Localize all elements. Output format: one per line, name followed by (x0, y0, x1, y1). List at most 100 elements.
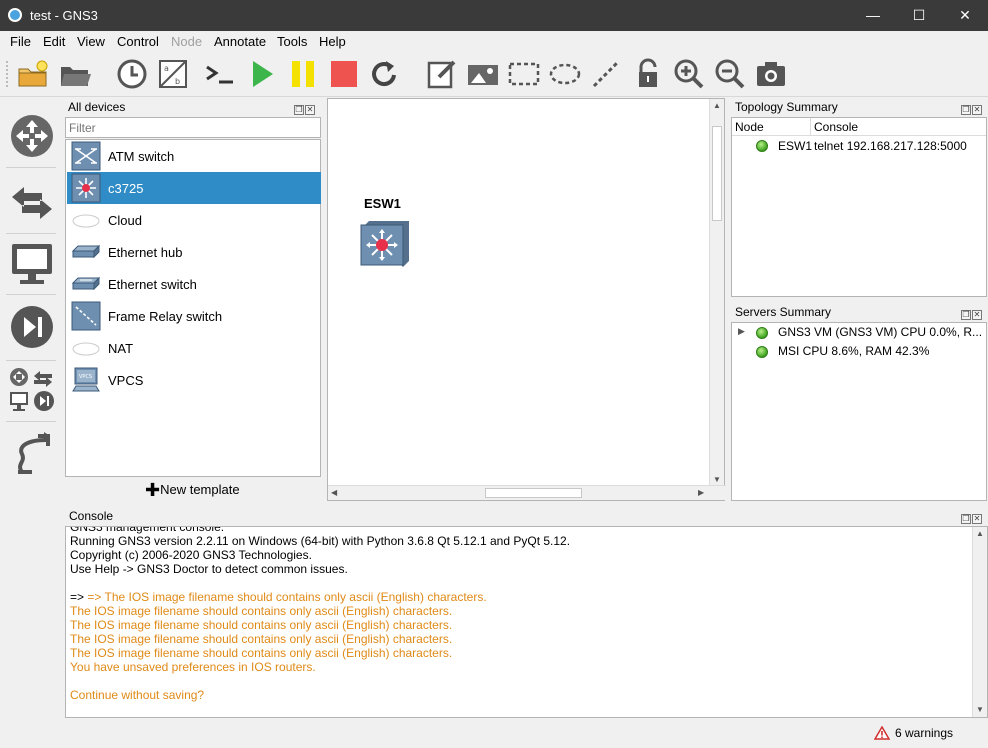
warnings-count[interactable]: 6 warnings (895, 726, 953, 740)
console-output[interactable]: GNS3 management console. Running GNS3 ve… (65, 526, 988, 718)
menu-file[interactable]: File (10, 34, 31, 49)
expand-arrow-icon[interactable]: ▶ (738, 326, 745, 337)
draw-rectangle-icon[interactable] (507, 57, 541, 91)
console-warning-line: Continue without saving? (70, 688, 205, 702)
scroll-up-arrow-icon[interactable]: ▲ (713, 101, 721, 110)
snapshot-clock-icon[interactable] (115, 57, 149, 91)
lock-icon[interactable] (631, 57, 665, 91)
zoom-out-icon[interactable] (713, 57, 747, 91)
show-interface-labels-icon[interactable]: ab (156, 57, 190, 91)
routers-category-icon[interactable] (8, 112, 56, 160)
scroll-left-arrow-icon[interactable]: ◀ (331, 488, 337, 497)
console-warning-text: => The IOS image filename should contain… (87, 590, 487, 604)
switches-category-icon[interactable] (8, 178, 56, 226)
insert-picture-icon[interactable] (466, 57, 500, 91)
suspend-icon[interactable] (286, 57, 320, 91)
close-panel-button[interactable]: ✕ (972, 105, 982, 115)
new-template-label: New template (160, 482, 240, 497)
node-label-esw1[interactable]: ESW1 (364, 196, 401, 211)
device-item-cloud[interactable]: Cloud (67, 204, 321, 236)
menu-annotate[interactable]: Annotate (214, 34, 266, 49)
draw-line-icon[interactable] (589, 57, 623, 91)
vertical-scroll-thumb[interactable] (712, 126, 722, 221)
device-item-vpcs[interactable]: VPCS VPCS (67, 364, 321, 396)
topology-dock-buttons: ❐ ✕ (960, 101, 984, 115)
new-template-button[interactable]: ✚New template (145, 480, 240, 501)
ethernet-hub-icon (71, 244, 101, 259)
all-devices-panel: All devices ❐✕ ATM switch c3725 Cloud Et… (65, 98, 322, 502)
warning-icon[interactable] (874, 726, 890, 740)
frame-relay-switch-icon (71, 301, 101, 331)
close-panel-button[interactable]: ✕ (972, 310, 982, 320)
console-icon[interactable] (203, 57, 237, 91)
stop-icon[interactable] (327, 57, 361, 91)
menu-view[interactable]: View (77, 34, 105, 49)
topology-canvas[interactable]: ESW1 ▲ ▼ ◀ ▶ (327, 98, 726, 501)
scroll-down-arrow-icon[interactable]: ▼ (976, 705, 984, 714)
servers-dock-buttons: ❐ ✕ (960, 306, 984, 320)
horizontal-scroll-thumb[interactable] (485, 488, 582, 498)
console-warning-line: The IOS image filename should contains o… (70, 646, 453, 660)
add-link-icon[interactable] (8, 428, 56, 476)
menu-control[interactable]: Control (117, 34, 159, 49)
separator (6, 294, 56, 295)
device-item-label: VPCS (108, 373, 144, 388)
menu-tools[interactable]: Tools (277, 34, 307, 49)
screenshot-icon[interactable] (754, 57, 788, 91)
console-vertical-scrollbar[interactable]: ▲ ▼ (972, 527, 987, 717)
draw-ellipse-icon[interactable] (548, 57, 582, 91)
status-started-icon (756, 140, 768, 152)
close-panel-button[interactable]: ✕ (972, 514, 982, 524)
device-item-label: Cloud (108, 213, 142, 228)
device-item-nat[interactable]: NAT (67, 332, 321, 364)
console-title: Console (69, 509, 114, 523)
separator (6, 233, 56, 234)
maximize-button[interactable]: ☐ (896, 0, 942, 31)
svg-text:a: a (164, 64, 169, 73)
reload-icon[interactable] (368, 57, 402, 91)
multilayer-switch-icon[interactable] (359, 217, 411, 267)
device-item-c3725[interactable]: c3725 (67, 172, 321, 204)
device-filter-input[interactable] (65, 117, 321, 138)
close-button[interactable]: ✕ (942, 0, 988, 31)
servers-summary-title: Servers Summary (735, 305, 832, 319)
vpcs-icon: VPCS (72, 367, 100, 392)
column-separator[interactable] (810, 118, 811, 136)
menu-bar: File Edit View Control Node Annotate Too… (0, 31, 988, 51)
device-item-ethernet-hub[interactable]: Ethernet hub (67, 236, 321, 268)
column-header-console[interactable]: Console (814, 120, 858, 134)
all-devices-category-icon[interactable] (8, 366, 56, 414)
end-devices-category-icon[interactable] (8, 240, 56, 288)
device-item-frame-relay-switch[interactable]: Frame Relay switch (67, 300, 321, 332)
menu-edit[interactable]: Edit (43, 34, 65, 49)
float-panel-button[interactable]: ❐ (294, 105, 304, 115)
scroll-right-arrow-icon[interactable]: ▶ (698, 488, 704, 497)
security-devices-category-icon[interactable] (8, 303, 56, 351)
window-title: test - GNS3 (30, 8, 98, 23)
scroll-up-arrow-icon[interactable]: ▲ (976, 529, 984, 538)
console-panel: Console ❐ ✕ GNS3 management console. Runn… (65, 507, 988, 719)
add-note-icon[interactable] (425, 57, 459, 91)
toolbar-grip[interactable] (6, 61, 9, 87)
device-item-atm-switch[interactable]: ATM switch (67, 140, 321, 172)
menu-help[interactable]: Help (319, 34, 346, 49)
status-bar: 6 warnings (0, 720, 988, 748)
scroll-down-arrow-icon[interactable]: ▼ (713, 475, 721, 484)
canvas-horizontal-scrollbar[interactable]: ◀ ▶ (328, 485, 726, 500)
float-panel-button[interactable]: ❐ (961, 310, 971, 320)
minimize-button[interactable]: — (850, 0, 896, 31)
svg-text:VPCS: VPCS (79, 374, 92, 380)
open-project-icon[interactable] (58, 57, 92, 91)
devices-dock-buttons: ❐ ✕ (293, 101, 317, 115)
device-item-ethernet-switch[interactable]: Ethernet switch (67, 268, 321, 300)
zoom-in-icon[interactable] (672, 57, 706, 91)
canvas-vertical-scrollbar[interactable]: ▲ ▼ (709, 99, 724, 487)
new-project-icon[interactable] (16, 57, 50, 91)
float-panel-button[interactable]: ❐ (961, 514, 971, 524)
close-panel-button[interactable]: ✕ (305, 105, 315, 115)
start-icon[interactable] (245, 57, 279, 91)
console-line: GNS3 management console. (70, 526, 225, 534)
float-panel-button[interactable]: ❐ (961, 105, 971, 115)
menu-node[interactable]: Node (171, 34, 202, 49)
column-header-node[interactable]: Node (735, 120, 764, 134)
